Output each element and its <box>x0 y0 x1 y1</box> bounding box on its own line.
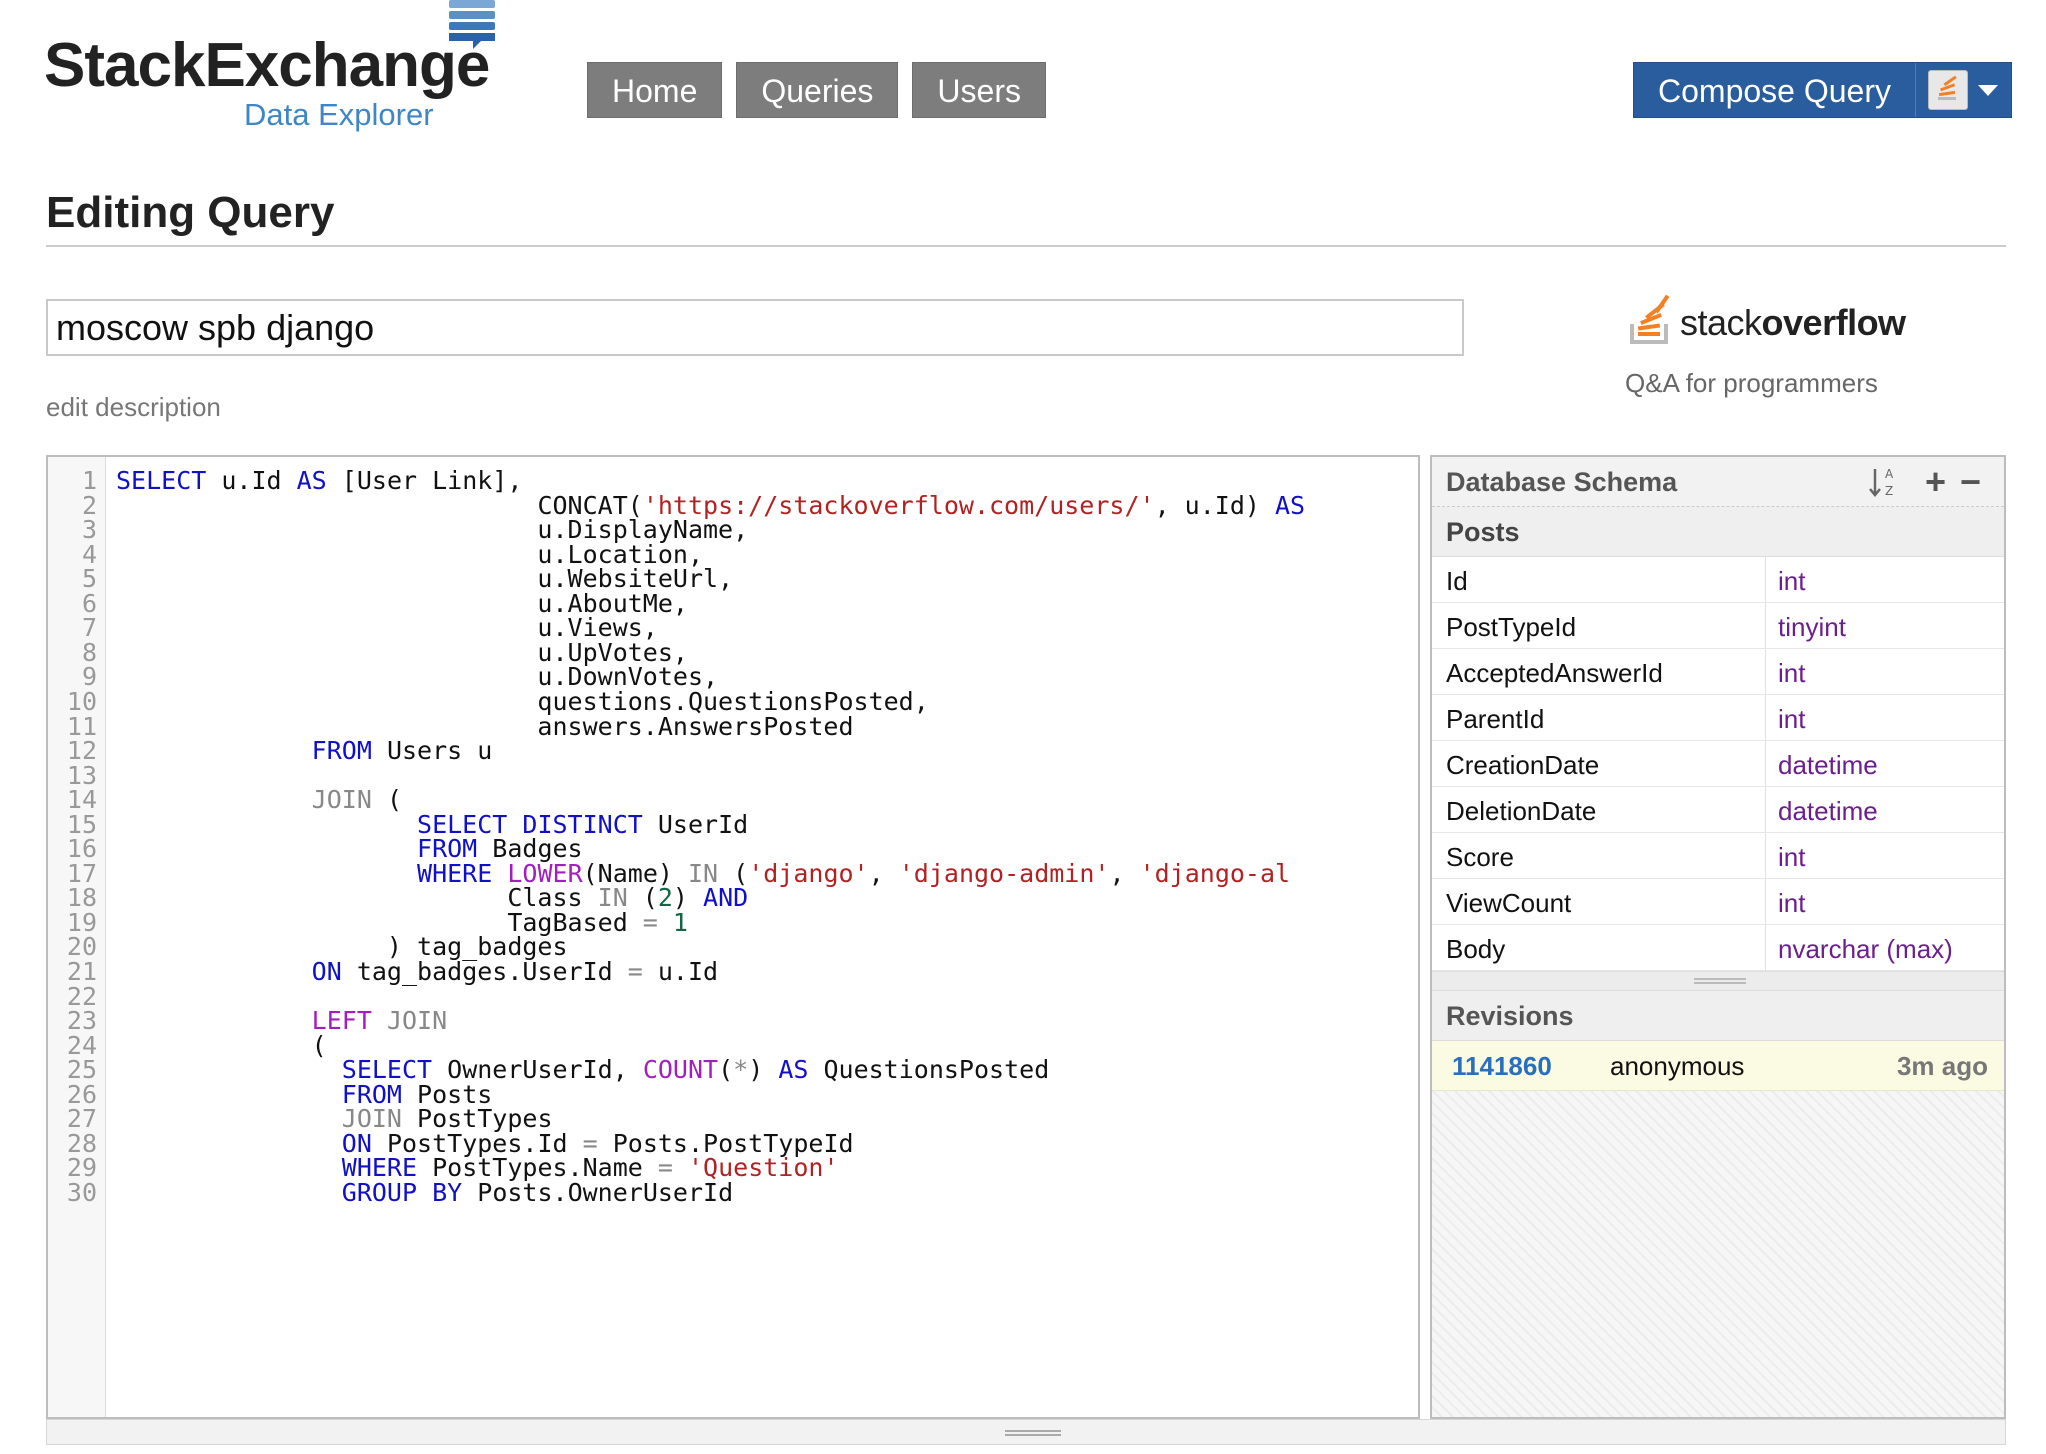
schema-column-row[interactable]: ViewCount int <box>1432 879 2004 925</box>
edit-description-link[interactable]: edit description <box>46 392 221 423</box>
revision-user: anonymous <box>1610 1051 1745 1081</box>
nav-home[interactable]: Home <box>587 62 723 118</box>
schema-column-row[interactable]: AcceptedAnswerId int <box>1432 649 2004 695</box>
column-type: tinyint <box>1778 612 1846 642</box>
nav-queries[interactable]: Queries <box>736 62 899 118</box>
column-type: int <box>1778 888 1806 918</box>
compose-query-button[interactable]: Compose Query <box>1634 63 1915 117</box>
column-name: AcceptedAnswerId <box>1446 658 1663 688</box>
column-divider <box>1765 741 1766 786</box>
editor-resize-handle[interactable] <box>46 1419 2006 1445</box>
column-name: ParentId <box>1446 704 1545 734</box>
database-schema-panel: Database Schema A Z + − Posts Id int PostT… <box>1430 455 2006 1419</box>
revision-row[interactable]: 1141860 anonymous 3m ago <box>1432 1041 2004 1091</box>
revisions-title: Revisions <box>1446 1001 1574 1031</box>
main-nav: Home Queries Users <box>587 62 1046 118</box>
column-name: DeletionDate <box>1446 796 1597 826</box>
column-name: ViewCount <box>1446 888 1572 918</box>
column-list: Id int PostTypeId tinyint AcceptedAnswerId in… <box>1432 557 2004 971</box>
table-name: Posts <box>1446 517 1520 547</box>
column-type: nvarchar (max) <box>1778 934 1953 964</box>
column-type: datetime <box>1778 750 1878 780</box>
stackoverflow-logo-icon <box>1630 294 1670 344</box>
svg-text:Z: Z <box>1885 484 1893 498</box>
chevron-down-icon <box>1978 84 1999 96</box>
revision-id-link[interactable]: 1141860 <box>1452 1051 1552 1082</box>
revisions-header: Revisions <box>1432 991 2004 1041</box>
column-type: int <box>1778 566 1806 596</box>
site-icon <box>1928 70 1969 110</box>
expand-all-plus-icon[interactable]: + <box>1925 461 1946 503</box>
column-type: int <box>1778 842 1806 872</box>
column-divider <box>1765 603 1766 648</box>
title-divider <box>46 245 2006 247</box>
code-line: ON tag_badges.UserId = u.Id <box>311 957 719 986</box>
page-title: Editing Query <box>46 188 335 237</box>
code-line: GROUP BY Posts.OwnerUserId <box>341 1177 734 1207</box>
column-type: datetime <box>1778 796 1878 826</box>
resize-grip-icon <box>1694 978 1746 984</box>
collapse-all-minus-icon[interactable]: − <box>1960 461 1981 503</box>
table-header-posts[interactable]: Posts <box>1432 507 2004 557</box>
column-name: CreationDate <box>1446 750 1600 780</box>
column-type: int <box>1778 658 1806 688</box>
site-switcher[interactable] <box>1914 63 2011 117</box>
schema-column-row[interactable]: Score int <box>1432 833 2004 879</box>
sql-editor[interactable]: 1 2 3 4 5 6 7 8 9 10 11 12 13 14 15 16 17 18 19 20 21 22 23 24 2… <box>46 455 1420 1419</box>
column-divider <box>1765 833 1766 878</box>
stackoverflow-wordmark: stackoverflow <box>1680 302 1906 343</box>
revision-time: 3m ago <box>1896 1051 1988 1081</box>
sort-az-icon[interactable]: A Z <box>1868 465 1898 499</box>
svg-text:A: A <box>1885 467 1894 481</box>
column-name: Id <box>1446 566 1468 596</box>
code-area[interactable]: SELECT u.Id AS [User Link], CONCAT('http… <box>116 457 1418 1417</box>
column-name: PostTypeId <box>1446 612 1577 642</box>
stack-exchange-logo[interactable]: StackExchange Data Explorer <box>44 0 504 135</box>
query-title-input[interactable] <box>46 299 1464 356</box>
column-divider <box>1765 649 1766 694</box>
column-divider <box>1765 879 1766 924</box>
logo-brand-text: StackExchange <box>44 31 490 100</box>
column-divider <box>1765 787 1766 832</box>
site-tagline: Q&A for programmers <box>1625 368 1878 398</box>
schema-column-row[interactable]: DeletionDate datetime <box>1432 787 2004 833</box>
line-number-gutter: 1 2 3 4 5 6 7 8 9 10 11 12 13 14 15 16 17 18 19 20 21 22 23 24 2… <box>48 457 106 1417</box>
column-name: Score <box>1446 842 1514 872</box>
column-name: Body <box>1446 934 1506 964</box>
schema-column-row[interactable]: Body nvarchar (max) <box>1432 925 2004 971</box>
column-divider <box>1765 695 1766 740</box>
resize-grip-icon <box>1005 1430 1061 1436</box>
column-divider <box>1765 925 1766 970</box>
schema-column-row[interactable]: CreationDate datetime <box>1432 741 2004 787</box>
stackoverflow-logo[interactable]: stackoverflow <box>1628 288 1928 348</box>
schema-title: Database Schema <box>1446 467 1678 497</box>
schema-column-row[interactable]: PostTypeId tinyint <box>1432 603 2004 649</box>
column-type: int <box>1778 704 1806 734</box>
compose-query-group: Compose Query <box>1633 62 2012 118</box>
line-number: 30 <box>66 1177 97 1207</box>
schema-header: Database Schema A Z + − <box>1432 457 2004 507</box>
schema-column-row[interactable]: Id int <box>1432 557 2004 603</box>
column-divider <box>1765 557 1766 602</box>
logo-subtitle: Data Explorer <box>244 97 434 132</box>
nav-users[interactable]: Users <box>912 62 1046 118</box>
schema-resize-handle[interactable] <box>1432 971 2004 991</box>
code-line: FROM Users u <box>311 736 493 766</box>
schema-column-row[interactable]: ParentId int <box>1432 695 2004 741</box>
